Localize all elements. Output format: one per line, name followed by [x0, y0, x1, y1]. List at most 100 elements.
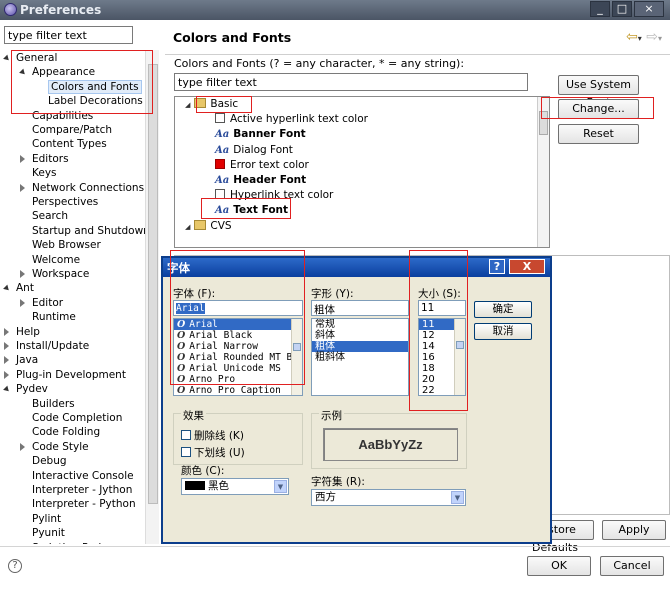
font-ok-button[interactable]: 确定: [474, 301, 532, 318]
collapsed-arrow-icon[interactable]: [4, 342, 9, 350]
font-size-input[interactable]: 11: [418, 300, 466, 316]
strikeout-checkbox[interactable]: 删除线 (K): [181, 428, 244, 443]
tree-item[interactable]: Editors: [20, 152, 69, 166]
tree-item[interactable]: Capabilities: [20, 109, 93, 123]
reset-button[interactable]: Reset: [558, 124, 639, 144]
underline-check-box[interactable]: [181, 447, 191, 457]
font-name-option[interactable]: O Arial Rounded MT B: [174, 352, 302, 363]
font-style-option[interactable]: 粗体: [312, 341, 408, 352]
font-cancel-button[interactable]: 取消: [474, 323, 532, 340]
tree-item[interactable]: Colors and Fonts: [36, 79, 142, 94]
tree-item[interactable]: Workspace: [20, 267, 89, 281]
tree-item[interactable]: Interactive Console: [20, 469, 134, 483]
dialog-help-button[interactable]: ?: [489, 259, 505, 274]
tree-item[interactable]: Pydev: [3, 382, 48, 396]
tree-item[interactable]: Perspectives: [20, 195, 98, 209]
tree-item[interactable]: Keys: [20, 166, 57, 180]
font-name-option[interactable]: O Arial Black: [174, 330, 302, 341]
size-list-scrollbar[interactable]: [454, 319, 465, 395]
close-button[interactable]: ×: [634, 1, 664, 17]
tree-item[interactable]: Search: [20, 209, 68, 223]
preference-filter-input[interactable]: [4, 26, 133, 44]
chevron-down-icon[interactable]: ▼: [274, 480, 287, 493]
minimize-button[interactable]: _: [590, 1, 610, 17]
font-list-scrollbar-thumb[interactable]: [293, 343, 301, 351]
apply-button[interactable]: Apply: [602, 520, 666, 540]
size-list-scrollbar-thumb[interactable]: [456, 341, 464, 349]
color-font-item[interactable]: Aa Header Font: [215, 173, 306, 188]
font-name-option[interactable]: O Arial: [174, 319, 302, 330]
color-font-item[interactable]: Active hyperlink text color: [215, 112, 368, 127]
colors-tree-scrollbar-thumb[interactable]: [539, 111, 548, 135]
help-icon[interactable]: ?: [8, 559, 22, 573]
tree-item[interactable]: Network Connections: [20, 181, 144, 195]
expanded-arrow-icon[interactable]: [19, 69, 27, 77]
collapsed-arrow-icon[interactable]: [4, 370, 9, 379]
font-name-option[interactable]: O Arno Pro: [174, 374, 302, 385]
expanded-arrow-icon[interactable]: ◢: [185, 101, 190, 109]
color-font-item[interactable]: ◢ Basic: [185, 97, 238, 112]
tree-item[interactable]: Scripting Pydev: [20, 541, 114, 544]
tree-scrollbar-thumb[interactable]: [148, 64, 158, 504]
tree-item[interactable]: Pylint: [20, 512, 61, 526]
collapsed-arrow-icon[interactable]: [4, 327, 9, 336]
color-font-item[interactable]: Aa Dialog Font: [215, 143, 293, 158]
charset-select[interactable]: 西方 ▼: [311, 489, 466, 506]
dialog-close-button[interactable]: X: [509, 259, 545, 274]
chevron-down-icon[interactable]: ▼: [451, 491, 464, 504]
change-button[interactable]: Change...: [558, 99, 639, 119]
tree-item[interactable]: Code Folding: [20, 425, 100, 439]
expanded-arrow-icon[interactable]: [3, 385, 11, 394]
font-name-option[interactable]: O Arial Narrow: [174, 341, 302, 352]
collapsed-arrow-icon[interactable]: [4, 356, 9, 365]
tree-item[interactable]: General: [3, 51, 57, 65]
tree-item[interactable]: Builders: [20, 397, 75, 411]
font-name-option[interactable]: O Arial Unicode MS: [174, 363, 302, 374]
tree-item[interactable]: Content Types: [20, 137, 107, 151]
tree-item[interactable]: Appearance: [19, 65, 95, 79]
collapsed-arrow-icon[interactable]: [20, 298, 25, 307]
color-font-item[interactable]: Aa Banner Font: [215, 127, 306, 142]
tree-item[interactable]: Runtime: [20, 310, 76, 324]
maximize-button[interactable]: □: [612, 1, 632, 17]
colors-filter-input[interactable]: [174, 73, 528, 91]
collapsed-arrow-icon[interactable]: [20, 442, 25, 451]
expanded-arrow-icon[interactable]: [3, 54, 11, 63]
color-font-item[interactable]: ◢ CVS: [185, 219, 232, 234]
font-style-input[interactable]: 粗体: [311, 300, 409, 316]
font-name-list[interactable]: O Arial O Arial Black O Arial Narrow O Arial Ro…: [173, 318, 303, 396]
expanded-arrow-icon[interactable]: ◢: [185, 223, 190, 231]
forward-arrow-icon[interactable]: ⇨: [646, 29, 658, 45]
underline-checkbox[interactable]: 下划线 (U): [181, 445, 245, 460]
tree-item[interactable]: Install/Update: [4, 339, 89, 353]
tree-item[interactable]: Ant: [3, 281, 34, 295]
color-font-item[interactable]: Error text color: [215, 158, 309, 173]
tree-scrollbar[interactable]: [145, 50, 159, 544]
font-style-option[interactable]: 斜体: [312, 330, 408, 341]
tree-item[interactable]: Interpreter - Jython: [20, 483, 132, 497]
ok-button[interactable]: OK: [527, 556, 591, 576]
font-name-option[interactable]: O Arno Pro Caption: [174, 385, 302, 395]
collapsed-arrow-icon[interactable]: [20, 183, 25, 192]
color-font-item[interactable]: Hyperlink text color: [215, 188, 333, 203]
font-style-option[interactable]: 粗斜体: [312, 352, 408, 363]
tree-item[interactable]: Startup and Shutdown: [20, 224, 145, 238]
tree-item[interactable]: Web Browser: [20, 238, 101, 252]
font-size-list[interactable]: 11 12 14 16 18 20 22: [418, 318, 466, 396]
cancel-button[interactable]: Cancel: [600, 556, 664, 576]
colors-tree-scrollbar[interactable]: [537, 97, 549, 247]
collapsed-arrow-icon[interactable]: [20, 154, 25, 163]
font-style-list[interactable]: 常规 斜体 粗体 粗斜体: [311, 318, 409, 396]
tree-item[interactable]: Help: [4, 325, 40, 339]
tree-item[interactable]: Debug: [20, 454, 67, 468]
tree-item[interactable]: Interpreter - Python: [20, 497, 136, 511]
tree-item[interactable]: Editor: [20, 296, 63, 310]
tree-item[interactable]: Label Decorations: [36, 94, 143, 108]
expanded-arrow-icon[interactable]: [3, 285, 11, 293]
tree-item[interactable]: Java: [4, 353, 38, 367]
strikeout-check-box[interactable]: [181, 430, 191, 440]
back-arrow-icon[interactable]: ⇦: [626, 29, 638, 45]
tree-item[interactable]: Code Completion: [20, 411, 122, 425]
tree-item[interactable]: Code Style: [20, 440, 89, 454]
tree-item[interactable]: Compare/Patch: [20, 123, 112, 137]
